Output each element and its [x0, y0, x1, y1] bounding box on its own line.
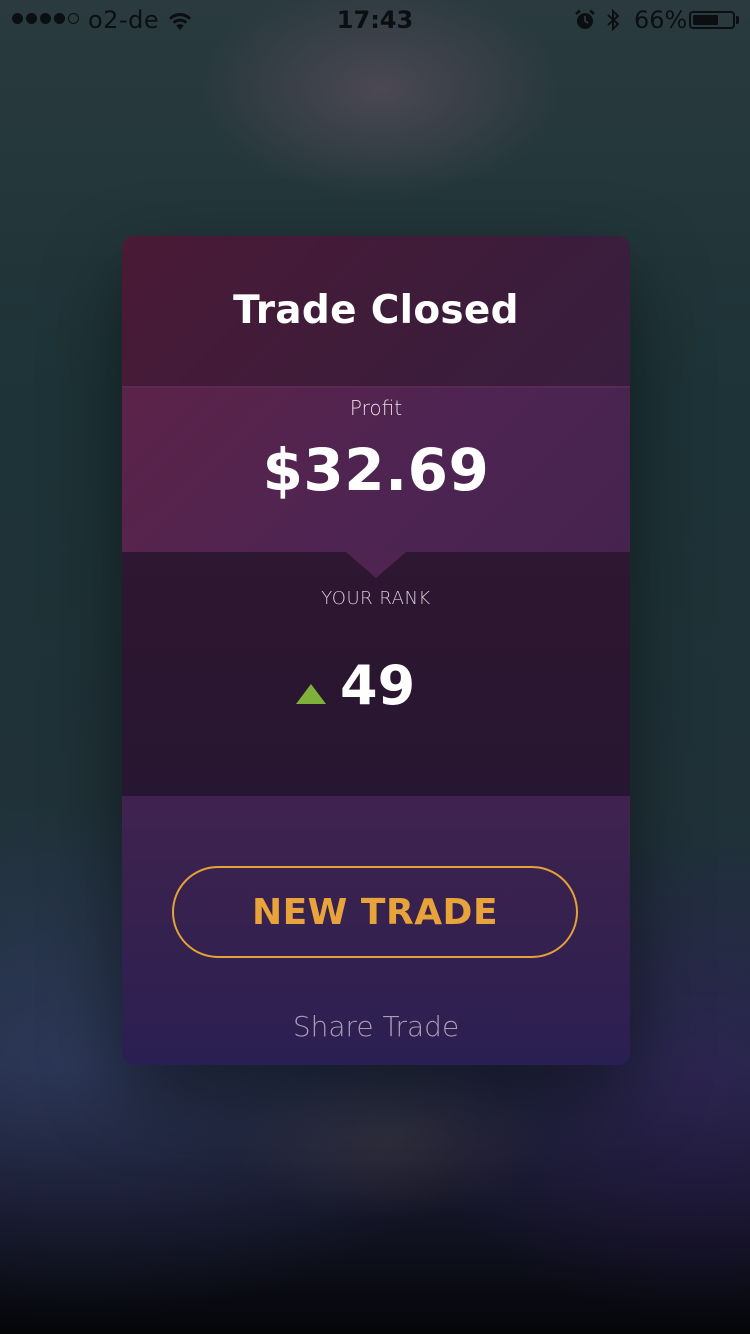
rank-up-icon	[296, 684, 326, 704]
rank-section: YOUR RANK 49	[122, 552, 630, 796]
status-bar: o2-de 17:43 66%	[0, 0, 750, 40]
rank-label: YOUR RANK	[321, 588, 431, 609]
battery-percent: 66%	[634, 6, 688, 34]
battery-level	[693, 15, 718, 25]
share-trade-link[interactable]: Share Trade	[122, 1010, 630, 1043]
profit-value: $32.69	[262, 436, 490, 504]
profit-pointer-arrow	[346, 552, 406, 578]
profit-section: Profit $32.69	[122, 388, 630, 552]
actions-section: NEW TRADE Share Trade	[122, 796, 630, 1065]
battery-icon	[689, 11, 735, 29]
battery-tip	[736, 16, 739, 24]
trade-closed-card: Trade Closed Profit $32.69 YOUR RANK 49 …	[122, 236, 630, 1065]
bluetooth-icon	[605, 8, 621, 38]
profit-label: Profit	[349, 396, 403, 420]
card-title: Trade Closed	[233, 288, 519, 333]
card-header: Trade Closed	[122, 236, 630, 388]
alarm-icon	[574, 9, 596, 37]
new-trade-button[interactable]: NEW TRADE	[172, 866, 578, 958]
rank-value: 49	[340, 654, 416, 717]
